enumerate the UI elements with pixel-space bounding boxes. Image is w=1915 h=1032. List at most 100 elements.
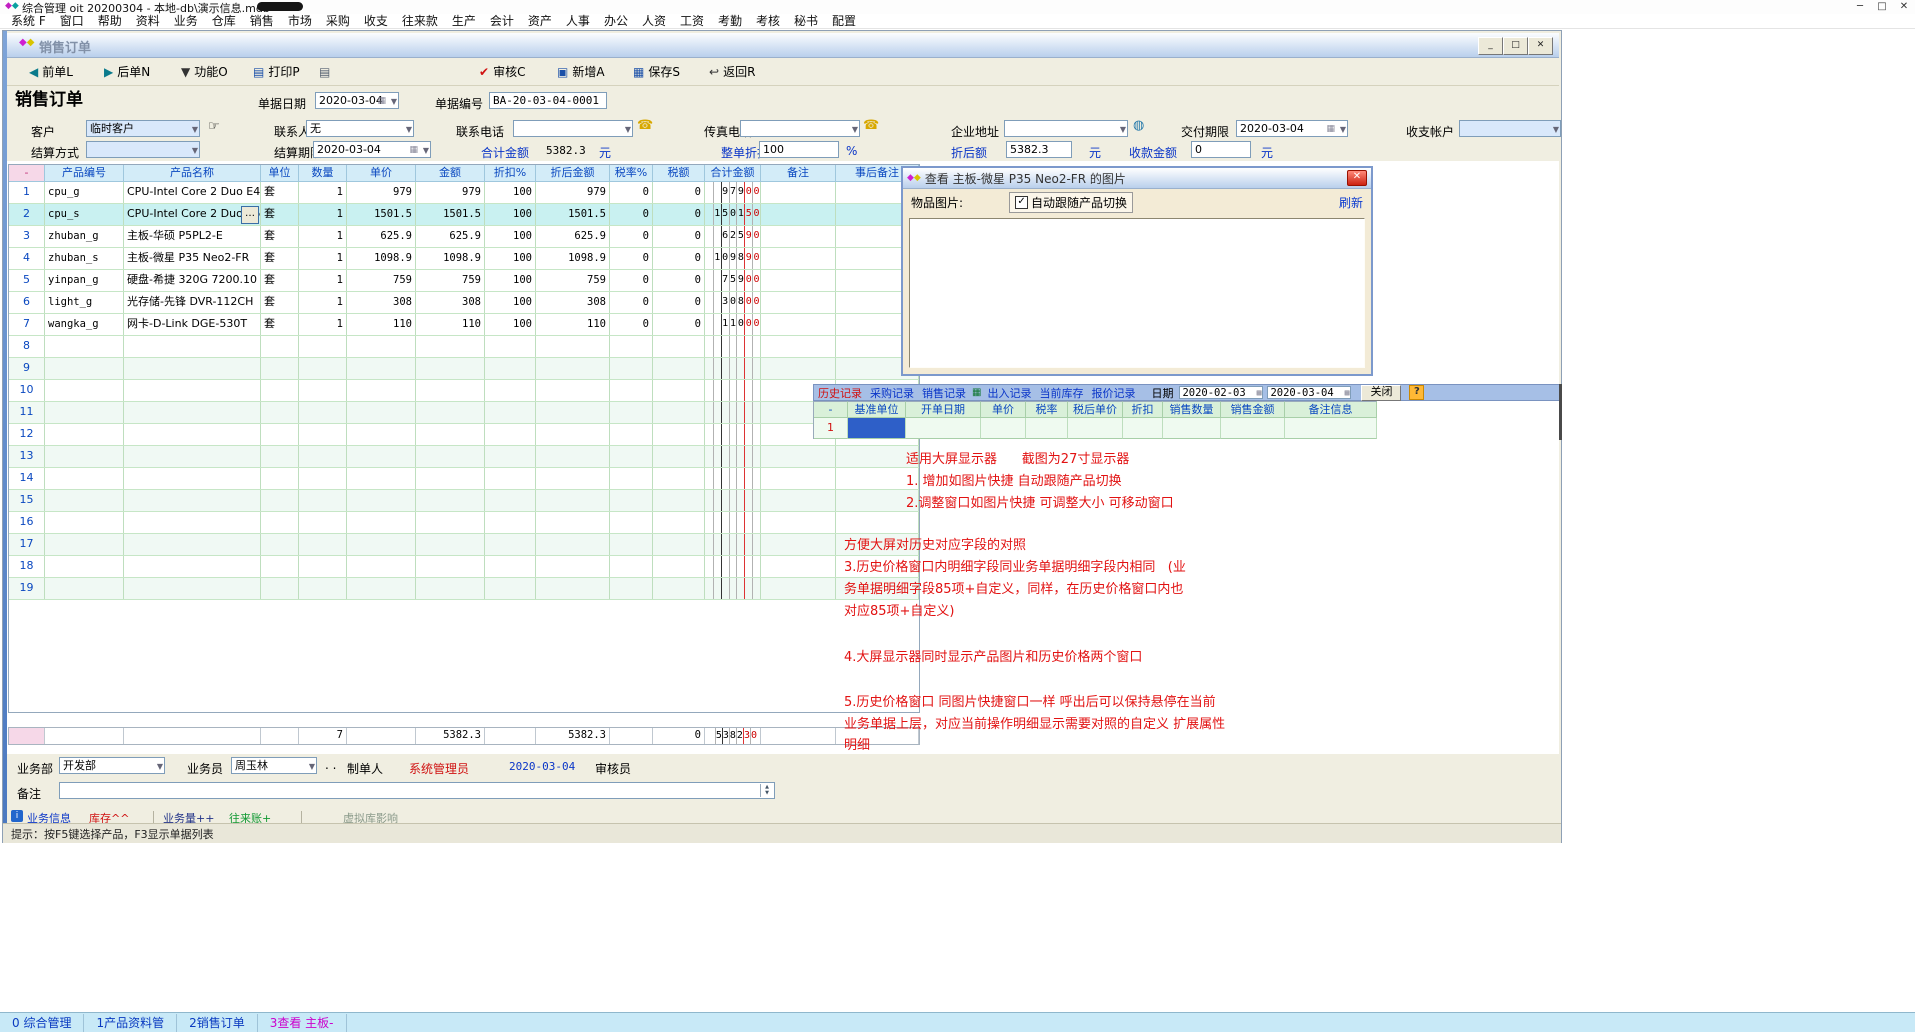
menu-item[interactable]: 人资 <box>637 14 671 29</box>
table-cell[interactable] <box>45 402 124 423</box>
doc-minimize-button[interactable]: _ <box>1478 37 1503 55</box>
column-header[interactable]: 单位 <box>261 165 299 182</box>
menu-item[interactable]: 工资 <box>675 14 709 29</box>
menu-item[interactable]: 系统 F <box>6 14 51 29</box>
table-cell[interactable]: 9 <box>9 358 45 379</box>
table-cell[interactable]: 13 <box>9 446 45 467</box>
table-cell[interactable] <box>45 578 124 599</box>
table-cell[interactable]: 8 <box>9 336 45 357</box>
table-cell[interactable] <box>536 402 610 423</box>
table-cell[interactable] <box>610 468 653 489</box>
table-cell[interactable] <box>653 468 705 489</box>
column-header[interactable]: 税率% <box>610 165 653 182</box>
table-cell[interactable] <box>347 336 416 357</box>
menu-item[interactable]: 秘书 <box>789 14 823 29</box>
table-cell[interactable] <box>347 578 416 599</box>
table-cell[interactable] <box>416 336 485 357</box>
table-cell[interactable] <box>261 468 299 489</box>
table-cell[interactable] <box>261 402 299 423</box>
table-cell[interactable]: 0 <box>653 248 705 269</box>
dots-button[interactable]: . . <box>325 758 336 772</box>
history-grid-row[interactable]: 1 <box>813 418 1377 439</box>
settle-date-input[interactable]: 2020-03-04▦▼ <box>313 141 431 158</box>
table-cell[interactable] <box>536 336 610 357</box>
table-cell[interactable] <box>485 578 536 599</box>
table-cell[interactable] <box>261 380 299 401</box>
settle-method-combo[interactable]: ▼ <box>86 141 200 158</box>
table-cell[interactable] <box>653 446 705 467</box>
table-cell[interactable] <box>299 402 347 423</box>
table-cell[interactable] <box>299 358 347 379</box>
table-cell[interactable] <box>705 402 761 423</box>
spinner-icon[interactable]: ▲▼ <box>760 784 773 797</box>
table-row[interactable]: 14 <box>9 468 919 490</box>
auto-follow-checkbox[interactable]: ✓ 自动跟随产品切换 <box>1009 192 1133 213</box>
table-cell[interactable]: 套 <box>261 270 299 291</box>
table-cell[interactable] <box>536 534 610 555</box>
minimize-button[interactable]: ─ <box>1849 0 1871 13</box>
after-discount-input[interactable]: 5382.3 <box>1006 141 1072 158</box>
table-cell[interactable]: 5 <box>9 270 45 291</box>
history-tab[interactable]: 销售记录 <box>918 385 970 401</box>
toolbar-button[interactable]: ▤打印P <box>253 62 300 81</box>
table-cell[interactable]: 979 <box>416 182 485 203</box>
history-tab[interactable]: 当前库存 <box>1035 385 1087 401</box>
table-cell[interactable] <box>485 402 536 423</box>
table-cell[interactable] <box>653 380 705 401</box>
table-cell[interactable] <box>836 512 919 533</box>
table-cell[interactable] <box>485 468 536 489</box>
menu-item[interactable]: 会计 <box>485 14 519 29</box>
table-cell[interactable] <box>653 578 705 599</box>
taskbar-item[interactable]: 2销售订单 <box>177 1014 258 1032</box>
table-cell[interactable] <box>485 556 536 577</box>
table-cell[interactable] <box>705 358 761 379</box>
table-cell[interactable] <box>45 358 124 379</box>
column-header[interactable]: 金额 <box>416 165 485 182</box>
table-cell[interactable] <box>653 358 705 379</box>
table-cell[interactable] <box>261 336 299 357</box>
table-cell[interactable] <box>485 424 536 445</box>
menu-item[interactable]: 配置 <box>827 14 861 29</box>
table-cell[interactable]: 10 <box>9 380 45 401</box>
table-cell[interactable] <box>347 358 416 379</box>
menu-item[interactable]: 资料 <box>131 14 165 29</box>
table-cell[interactable] <box>45 534 124 555</box>
table-cell[interactable] <box>299 424 347 445</box>
table-row[interactable]: 1cpu_gCPU-Intel Core 2 Duo E43套197997910… <box>9 182 919 204</box>
table-cell[interactable]: 1 <box>299 248 347 269</box>
table-cell[interactable] <box>416 424 485 445</box>
table-cell[interactable] <box>416 534 485 555</box>
table-cell[interactable]: 6 <box>9 292 45 313</box>
history-cell[interactable] <box>848 418 906 439</box>
table-cell[interactable]: 30800 <box>705 292 761 313</box>
table-cell[interactable] <box>485 534 536 555</box>
table-cell[interactable] <box>416 512 485 533</box>
table-cell[interactable] <box>261 556 299 577</box>
menu-item[interactable]: 销售 <box>245 14 279 29</box>
table-cell[interactable] <box>761 556 836 577</box>
table-cell[interactable]: 1 <box>9 182 45 203</box>
table-cell[interactable] <box>705 446 761 467</box>
table-cell[interactable] <box>705 578 761 599</box>
table-cell[interactable] <box>347 468 416 489</box>
table-cell[interactable]: cpu_g <box>45 182 124 203</box>
table-cell[interactable] <box>653 424 705 445</box>
table-cell[interactable] <box>761 512 836 533</box>
menu-item[interactable]: 采购 <box>321 14 355 29</box>
table-cell[interactable] <box>536 490 610 511</box>
history-date-to[interactable]: 2020-03-04▦ <box>1267 386 1351 399</box>
table-cell[interactable] <box>610 490 653 511</box>
taskbar-item[interactable]: 0 综合管理 <box>0 1014 84 1032</box>
table-cell[interactable] <box>299 512 347 533</box>
table-cell[interactable]: 979 <box>536 182 610 203</box>
account-combo[interactable]: ▼ <box>1459 120 1561 137</box>
table-row[interactable]: 12 <box>9 424 919 446</box>
table-cell[interactable]: 1 <box>299 226 347 247</box>
table-cell[interactable]: 1098.9 <box>347 248 416 269</box>
table-cell[interactable] <box>610 534 653 555</box>
table-cell[interactable] <box>45 380 124 401</box>
table-cell[interactable]: 100 <box>485 226 536 247</box>
table-cell[interactable] <box>347 446 416 467</box>
table-cell[interactable] <box>261 534 299 555</box>
table-cell[interactable] <box>299 556 347 577</box>
